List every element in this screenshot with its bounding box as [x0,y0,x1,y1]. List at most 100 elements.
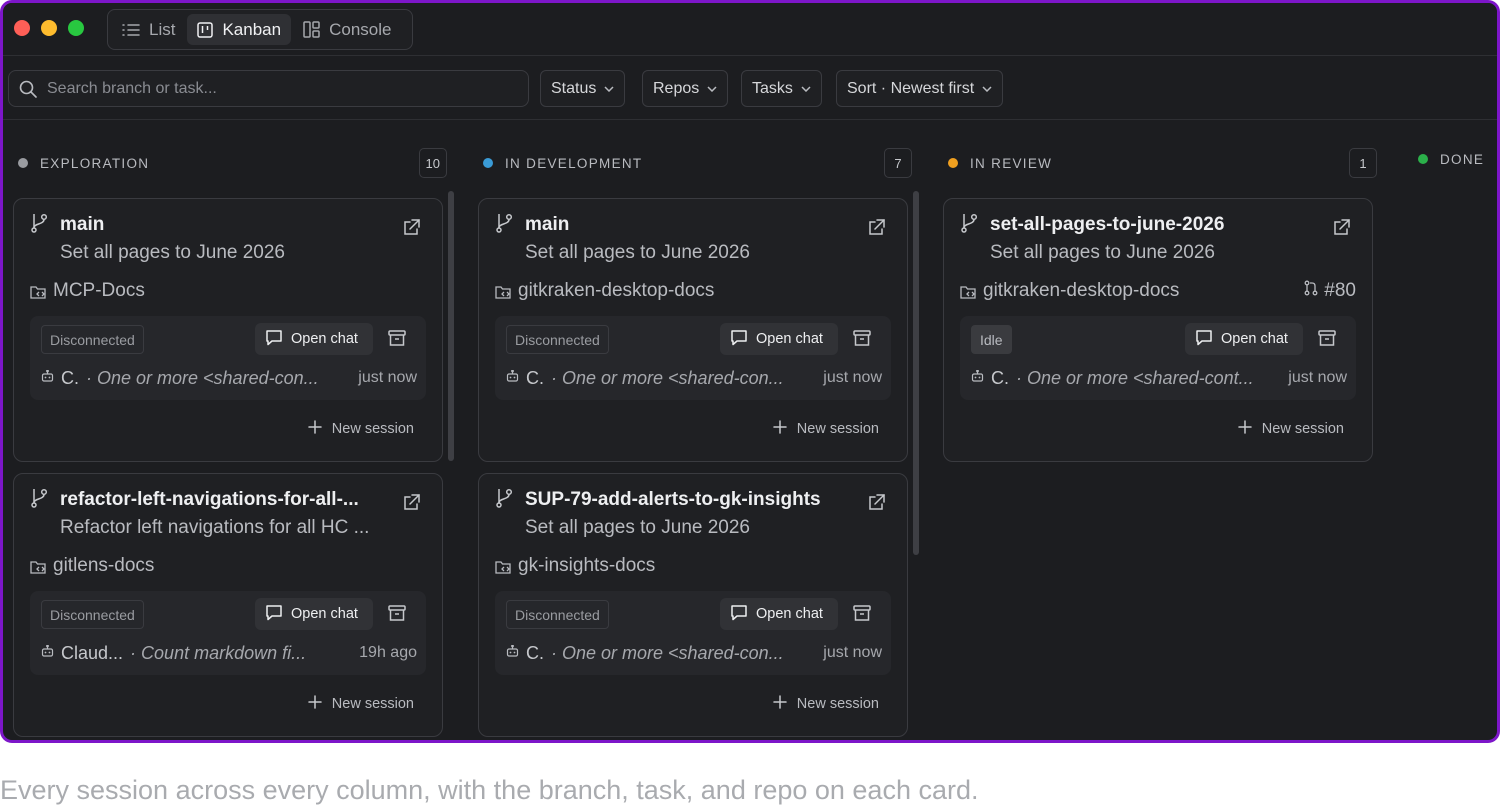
pull-request-icon [1304,280,1318,302]
tab-console[interactable]: Console [293,14,401,45]
status-badge: Disconnected [506,600,609,629]
title-bar: List Kanban Console [3,3,1497,56]
column-scrollbar[interactable] [448,191,454,461]
session-card[interactable]: set-all-pages-to-june-2026 Set all pages … [943,198,1373,462]
zoom-window-button[interactable] [68,20,84,36]
session-card[interactable]: main Set all pages to June 2026 MCP-Docs Di… [13,198,443,462]
branch-name: main [525,214,570,235]
column-header: IN REVIEW 1 [948,148,1377,178]
column-status-dot [18,158,28,168]
sort-dropdown-label: Sort · Newest first [847,79,975,97]
open-chat-label: Open chat [1221,331,1288,347]
pull-request-link[interactable]: #80 [1304,280,1356,302]
kanban-icon [197,21,214,38]
external-link-icon[interactable] [867,494,885,517]
session-card[interactable]: SUP-79-add-alerts-to-gk-insights Set all … [478,473,908,737]
archive-icon[interactable] [388,330,406,351]
repo-name: gitlens-docs [53,555,155,576]
git-branch-icon [30,213,48,238]
plus-icon [773,695,787,713]
new-session-button[interactable]: New session [308,695,414,713]
bot-icon [506,369,519,387]
branch-name: set-all-pages-to-june-2026 [990,214,1225,235]
sort-dropdown[interactable]: Sort · Newest first [836,70,1004,107]
column-status-dot [1418,154,1428,164]
session-timestamp: just now [1288,369,1347,386]
new-session-label: New session [331,421,414,437]
session-panel: Disconnected Open chat C. · One or more <sh… [30,316,426,400]
status-filter[interactable]: Status [540,70,626,107]
agent-name: Claud... [61,642,124,663]
search-icon [19,80,37,98]
bot-icon [41,369,54,387]
tab-kanban[interactable]: Kanban [187,14,292,45]
column-title: DONE [1440,151,1485,167]
new-session-button[interactable]: New session [308,420,414,438]
repo-folder-icon [495,560,511,579]
repos-filter[interactable]: Repos [642,70,729,107]
external-link-icon[interactable] [402,494,420,517]
external-link-icon[interactable] [867,219,885,242]
task-title: Set all pages to June 2026 [990,242,1216,263]
minimize-window-button[interactable] [41,20,57,36]
session-summary[interactable]: C. · One or more <shared-con... just now [41,367,417,389]
close-window-button[interactable] [14,20,30,36]
new-session-button[interactable]: New session [1238,420,1344,438]
task-title: Set all pages to June 2026 [525,242,751,263]
column-title: IN DEVELOPMENT [505,155,643,171]
session-summary[interactable]: Claud... · Count markdown fi... 19h ago [41,642,417,664]
archive-icon[interactable] [1318,330,1336,351]
session-card[interactable]: main Set all pages to June 2026 gitkraken-… [478,198,908,462]
session-panel: Disconnected Open chat C. · One or more <sh… [495,316,891,400]
open-chat-button[interactable]: Open chat [255,323,373,355]
tab-kanban-label: Kanban [222,19,282,39]
tasks-filter[interactable]: Tasks [741,70,822,107]
tasks-filter-label: Tasks [752,79,793,97]
session-panel: Disconnected Open chat Claud... · Count mar… [30,591,426,675]
bot-icon [971,369,984,387]
open-chat-button[interactable]: Open chat [720,323,838,355]
agent-name: C. [61,367,79,388]
column-count-badge: 1 [1349,148,1377,178]
new-session-button[interactable]: New session [773,695,879,713]
open-chat-button[interactable]: Open chat [1185,323,1303,355]
status-badge: Idle [971,325,1012,354]
column-header: DONE [1418,144,1497,174]
session-summary[interactable]: C. · One or more <shared-cont... just now [971,367,1347,389]
status-badge: Disconnected [41,600,144,629]
column-header: EXPLORATION 10 [18,148,447,178]
open-chat-button[interactable]: Open chat [720,598,838,630]
agent-name: C. [526,367,544,388]
archive-icon[interactable] [853,330,871,351]
session-summary[interactable]: C. · One or more <shared-con... just now [506,367,882,389]
session-summary[interactable]: C. · One or more <shared-con... just now [506,642,882,664]
repo-name: gitkraken-desktop-docs [518,280,715,301]
repo-folder-icon [960,285,976,304]
view-switcher: List Kanban Console [107,9,413,50]
session-timestamp: just now [358,369,417,386]
column-count-badge: 7 [884,148,912,178]
archive-icon[interactable] [388,605,406,626]
session-card[interactable]: refactor-left-navigations-for-all-... Ref… [13,473,443,737]
bot-icon [506,644,519,662]
bot-icon [41,644,54,662]
column-scrollbar[interactable] [913,191,919,555]
column-title: EXPLORATION [40,155,150,171]
chevron-down-icon [707,85,717,92]
caption: Every session across every column, with … [0,775,979,805]
external-link-icon[interactable] [1332,219,1350,242]
external-link-icon[interactable] [402,219,420,242]
archive-icon[interactable] [853,605,871,626]
column-status-dot [948,158,958,168]
chat-bubble-icon [730,604,748,625]
new-session-label: New session [796,421,879,437]
session-timestamp: 19h ago [359,644,417,661]
app-window: List Kanban Console Status Repos Tasks [0,0,1500,743]
new-session-button[interactable]: New session [773,420,879,438]
agent-name: C. [991,367,1009,388]
open-chat-button[interactable]: Open chat [255,598,373,630]
chat-bubble-icon [265,604,283,625]
git-branch-icon [960,213,978,238]
tab-list[interactable]: List [112,14,185,45]
search-input[interactable] [47,79,507,98]
